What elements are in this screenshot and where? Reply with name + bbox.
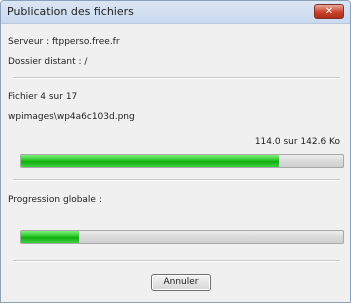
- server-label: Serveur : ftpperso.free.fr: [8, 37, 120, 47]
- global-progress-label: Progression globale :: [8, 195, 102, 205]
- file-progress-bar: [20, 154, 344, 168]
- global-progress-bar: [20, 230, 344, 244]
- file-size-progress-text: 114.0 sur 142.6 Ko: [254, 137, 340, 147]
- file-counter: Fichier 4 sur 17: [8, 92, 78, 102]
- dialog-content: Serveur : ftpperso.free.fr Dossier dista…: [1, 24, 350, 302]
- remote-folder-label: Dossier distant : /: [8, 57, 88, 67]
- current-file-name: wpimages\wp4a6c103d.png: [8, 112, 135, 122]
- cancel-button[interactable]: Annuler: [151, 274, 211, 291]
- separator-bottom: [13, 260, 340, 262]
- dialog-title: Publication des fichiers: [7, 5, 134, 18]
- close-icon: ✕: [324, 6, 334, 17]
- file-progress-fill: [21, 155, 279, 167]
- title-bar[interactable]: Publication des fichiers ✕: [1, 1, 350, 24]
- separator-top: [13, 77, 340, 79]
- upload-dialog: Publication des fichiers ✕ Serveur : ftp…: [0, 0, 351, 303]
- close-button[interactable]: ✕: [314, 4, 344, 19]
- global-progress-fill: [21, 231, 79, 243]
- separator-middle: [13, 179, 340, 181]
